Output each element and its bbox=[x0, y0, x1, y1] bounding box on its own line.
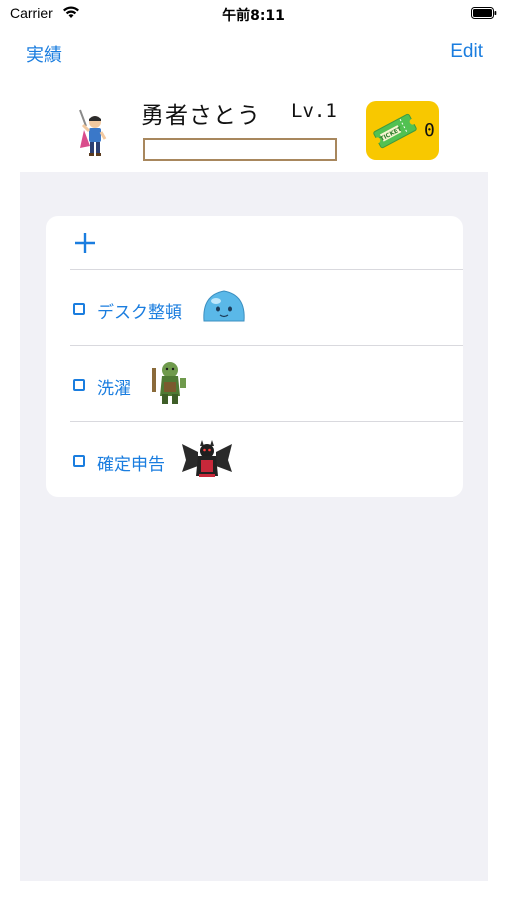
achievements-button[interactable]: 実績 bbox=[26, 41, 62, 67]
ticket-icon: TICKET bbox=[373, 113, 417, 149]
hero-level: Lv.1 bbox=[291, 100, 337, 122]
status-bar: Carrier 午前8:11 bbox=[0, 0, 507, 28]
task-row[interactable]: 洗濯 bbox=[46, 346, 463, 422]
slime-monster-icon bbox=[203, 290, 245, 322]
task-row[interactable]: デスク整頓 bbox=[46, 270, 463, 346]
task-checkbox[interactable] bbox=[73, 455, 85, 467]
task-row[interactable]: 確定申告 bbox=[46, 422, 463, 498]
task-title: 洗濯 bbox=[97, 379, 131, 399]
xp-progress-bar bbox=[143, 138, 337, 161]
task-checkbox[interactable] bbox=[73, 303, 85, 315]
add-task-row[interactable] bbox=[46, 216, 463, 270]
clock: 午前8:11 bbox=[222, 8, 285, 24]
hero-avatar-icon bbox=[79, 109, 107, 156]
hero-name: 勇者さとう bbox=[141, 103, 261, 129]
orc-monster-icon bbox=[152, 362, 186, 404]
task-title: デスク整頓 bbox=[97, 303, 182, 323]
task-title: 確定申告 bbox=[97, 455, 165, 475]
demon-monster-icon bbox=[182, 440, 232, 477]
edit-button[interactable]: Edit bbox=[450, 41, 483, 63]
task-checkbox[interactable] bbox=[73, 379, 85, 391]
task-card: デスク整頓 洗濯 確定申告 bbox=[46, 216, 463, 497]
task-list-area: デスク整頓 洗濯 確定申告 bbox=[20, 172, 488, 881]
battery-icon bbox=[471, 7, 497, 19]
ticket-count: 0 bbox=[424, 120, 435, 141]
app-screen: Carrier 午前8:11 実績 Edit 勇者さとう Lv.1 TICKET… bbox=[0, 0, 507, 900]
plus-icon[interactable] bbox=[74, 232, 96, 254]
